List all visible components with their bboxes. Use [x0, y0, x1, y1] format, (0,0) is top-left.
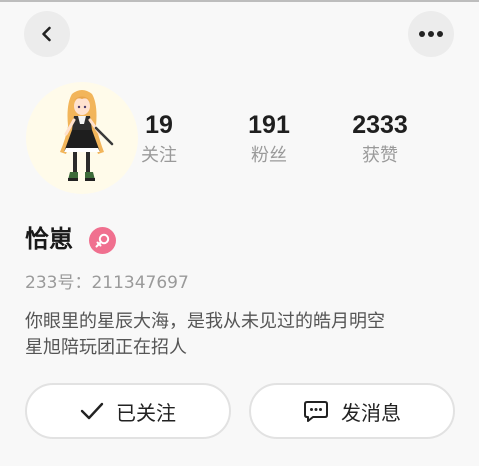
likes-label: 获赞 [362, 145, 398, 166]
followed-button[interactable]: 已关注 [25, 383, 231, 439]
chat-bubble-icon [304, 401, 328, 422]
female-icon [95, 233, 110, 248]
bio-line-2: 星旭陪玩团正在招人 [25, 337, 187, 358]
following-label: 关注 [141, 145, 177, 166]
more-dots-icon [419, 31, 443, 37]
send-message-button-label: 发消息 [341, 400, 401, 425]
stat-likes[interactable]: 2333 获赞 [335, 108, 425, 167]
more-options-button[interactable] [408, 11, 454, 57]
back-button[interactable] [24, 11, 70, 57]
checkmark-icon [80, 402, 104, 420]
stat-fans[interactable]: 191 粉丝 [224, 108, 314, 167]
send-message-button[interactable]: 发消息 [249, 383, 455, 439]
following-count: 19 [145, 111, 173, 139]
fans-count: 191 [248, 111, 290, 139]
fans-label: 粉丝 [251, 145, 287, 166]
stat-following[interactable]: 19 关注 [114, 108, 204, 167]
bio-line-1: 你眼里的星辰大海，是我从未见过的皓月明空 [25, 311, 385, 332]
bio: 你眼里的星辰大海，是我从未见过的皓月明空 星旭陪玩团正在招人 [25, 309, 465, 361]
profile-name: 恰崽 [25, 225, 73, 253]
chevron-left-icon [42, 26, 51, 42]
gender-badge [89, 227, 116, 254]
likes-count: 2333 [352, 111, 408, 139]
top-divider [0, 0, 479, 2]
user-id: 233号：211347697 [25, 273, 189, 293]
followed-button-label: 已关注 [116, 400, 176, 425]
